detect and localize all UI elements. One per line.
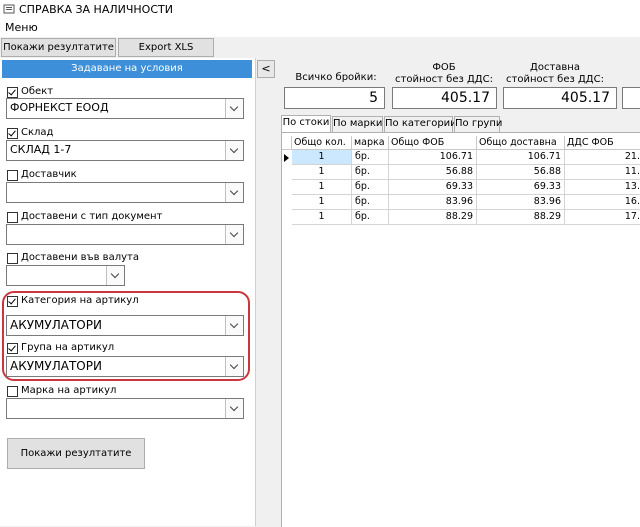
table-cell[interactable]: 69.33: [477, 180, 565, 195]
object-select[interactable]: ФОРНЕКСТ ЕООД: [6, 98, 244, 119]
table-cell[interactable]: бр.: [352, 150, 389, 165]
table-cell[interactable]: 88.29: [389, 210, 477, 225]
window-title: СПРАВКА ЗА НАЛИЧНОСТИ: [19, 3, 173, 16]
stat-label-line2: стойност без ДДС:: [506, 74, 604, 85]
column-header[interactable]: Общо доставна: [477, 136, 565, 150]
column-header[interactable]: ДДС ФОБ: [565, 136, 640, 150]
chevron-down-icon[interactable]: [225, 399, 243, 418]
chevron-down-icon[interactable]: [225, 141, 243, 160]
table-cell[interactable]: 88.29: [477, 210, 565, 225]
tab-by-brands[interactable]: По марки: [332, 116, 383, 132]
show-results-toolbar-button[interactable]: Покажи резултатите: [1, 38, 116, 57]
table-cell[interactable]: 21.: [565, 150, 640, 165]
table-cell[interactable]: бр.: [352, 195, 389, 210]
table-cell[interactable]: бр.: [352, 180, 389, 195]
object-value: ФОРНЕКСТ ЕООД: [10, 101, 109, 114]
chevron-down-icon[interactable]: [225, 225, 243, 244]
stat-label-line2: стойност без ДДС:: [395, 74, 493, 85]
stat-label-line2: Всичко бройки:: [295, 72, 377, 83]
currency-label: Доставени във валута: [21, 252, 139, 263]
tab-by-groups[interactable]: По групи: [454, 116, 502, 132]
currency-select[interactable]: [6, 265, 125, 286]
chevron-down-icon[interactable]: [106, 266, 124, 285]
group-checkbox[interactable]: [7, 343, 18, 354]
table-cell[interactable]: 17.: [565, 210, 640, 225]
row-header-corner: [282, 136, 292, 150]
column-header[interactable]: Общо ФОБ: [389, 136, 477, 150]
table-cell[interactable]: 83.96: [477, 195, 565, 210]
chevron-down-icon[interactable]: [225, 99, 243, 118]
fob-value: 405.17: [392, 87, 497, 109]
brand-label: Марка на артикул: [21, 385, 117, 396]
column-header[interactable]: марка: [352, 136, 389, 150]
stat-label-line1: Доставна: [530, 62, 580, 73]
group-value: АКУМУЛАТОРИ: [10, 359, 102, 373]
category-select[interactable]: АКУМУЛАТОРИ: [6, 315, 244, 336]
menu-bar: Меню: [0, 20, 640, 37]
category-label: Категория на артикул: [21, 295, 139, 306]
tab-by-categories[interactable]: По категории: [384, 116, 457, 132]
column-header[interactable]: Общо кол.: [292, 136, 352, 150]
toolbar: Покажи резултатите Export XLS: [0, 37, 640, 58]
stat-label-fob: ФОБ стойност без ДДС:: [392, 62, 496, 86]
chevron-down-icon[interactable]: [225, 316, 243, 335]
supplier-checkbox[interactable]: [7, 170, 18, 181]
category-checkbox[interactable]: [7, 296, 18, 307]
next-stat-box: [622, 87, 640, 109]
table-cell[interactable]: 1: [292, 195, 352, 210]
stat-label-total-qty: Всичко бройки:: [284, 72, 388, 84]
warehouse-checkbox[interactable]: [7, 128, 18, 139]
group-select[interactable]: АКУМУЛАТОРИ: [6, 356, 244, 377]
object-checkbox[interactable]: [7, 87, 18, 98]
warehouse-label: Склад: [21, 127, 54, 138]
chevron-down-icon[interactable]: [225, 183, 243, 202]
table-cell[interactable]: бр.: [352, 165, 389, 180]
document-type-select[interactable]: [6, 224, 244, 245]
show-results-button[interactable]: Покажи резултатите: [7, 438, 145, 469]
currency-checkbox[interactable]: [7, 253, 18, 264]
table-cell[interactable]: 1: [292, 210, 352, 225]
chevron-down-icon[interactable]: [225, 357, 243, 376]
supplier-select[interactable]: [6, 182, 244, 203]
export-xls-button[interactable]: Export XLS: [118, 38, 214, 57]
brand-checkbox[interactable]: [7, 386, 18, 397]
table-cell[interactable]: 16.: [565, 195, 640, 210]
menu-item[interactable]: Меню: [5, 21, 38, 34]
document-type-label: Доставени с тип документ: [21, 211, 163, 222]
table-cell[interactable]: 83.96: [389, 195, 477, 210]
object-label: Обект: [21, 86, 54, 97]
table-cell[interactable]: 11.: [565, 165, 640, 180]
title-bar: СПРАВКА ЗА НАЛИЧНОСТИ: [0, 0, 640, 20]
collapse-panel-button[interactable]: <: [257, 60, 275, 78]
tab-by-goods[interactable]: По стоки: [281, 115, 331, 133]
table-cell[interactable]: 56.88: [389, 165, 477, 180]
warehouse-select[interactable]: СКЛАД 1-7: [6, 140, 244, 161]
category-value: АКУМУЛАТОРИ: [10, 318, 102, 332]
conditions-panel-header: Задаване на условия: [2, 60, 252, 78]
brand-select[interactable]: [6, 398, 244, 419]
table-cell[interactable]: 1: [292, 180, 352, 195]
stat-label-delivery: Доставна стойност без ДДС:: [503, 62, 607, 86]
table-cell[interactable]: 106.71: [389, 150, 477, 165]
table-cell[interactable]: 69.33: [389, 180, 477, 195]
stat-label-line1: ФОБ: [432, 62, 456, 73]
group-label: Група на артикул: [21, 342, 115, 353]
table-cell[interactable]: 13.: [565, 180, 640, 195]
total-qty-value: 5: [284, 87, 385, 109]
table-cell[interactable]: бр.: [352, 210, 389, 225]
table-cell[interactable]: 106.71: [477, 150, 565, 165]
supplier-label: Доставчик: [21, 169, 77, 180]
document-type-checkbox[interactable]: [7, 212, 18, 223]
table-cell[interactable]: 56.88: [477, 165, 565, 180]
table-cell[interactable]: 1: [292, 150, 352, 165]
warehouse-value: СКЛАД 1-7: [10, 143, 72, 156]
current-row-indicator: [284, 154, 289, 162]
table-cell[interactable]: 1: [292, 165, 352, 180]
delivery-value: 405.17: [503, 87, 617, 109]
app-icon: [3, 4, 15, 14]
